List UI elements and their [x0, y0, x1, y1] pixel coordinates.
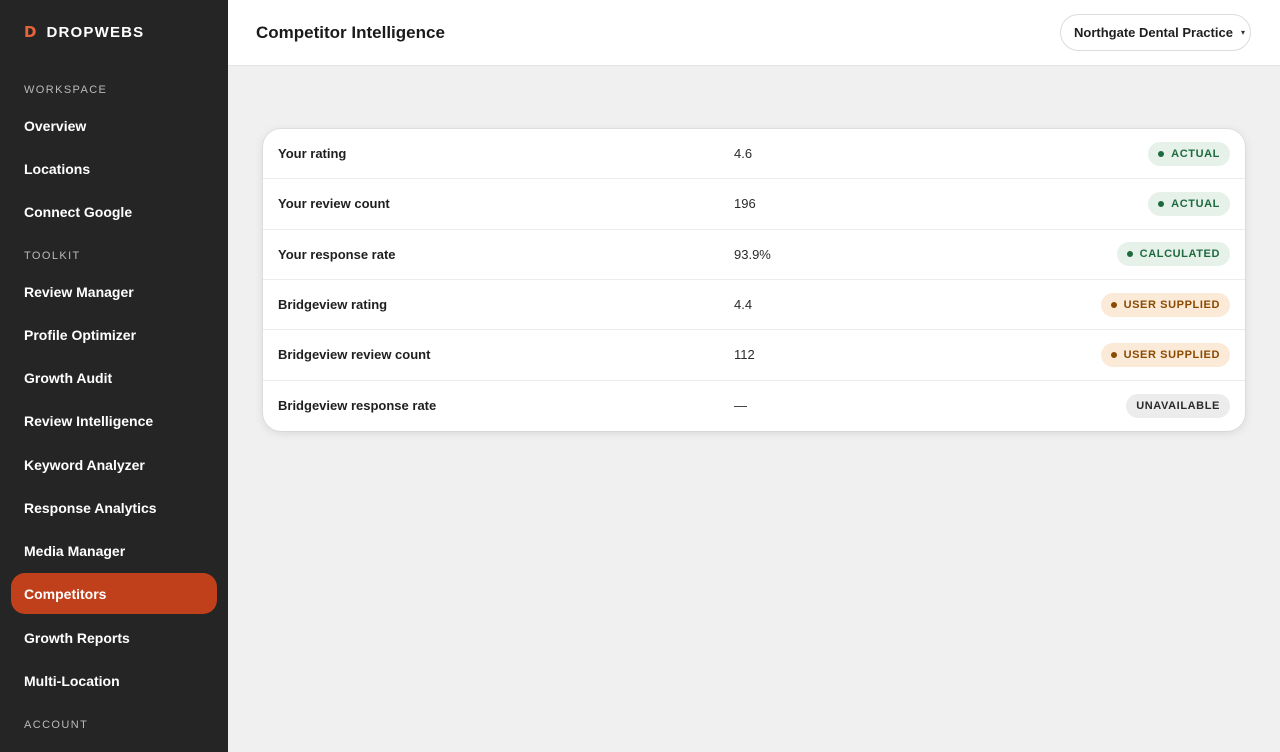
sidebar-item-locations[interactable]: Locations — [11, 148, 217, 189]
metric-label: Your review count — [278, 196, 390, 212]
page-title: Competitor Intelligence — [256, 23, 445, 42]
table-row: Your rating 4.6 ACTUAL — [263, 129, 1245, 180]
section-label-account: ACCOUNT — [24, 719, 89, 731]
brand-mark-icon: D — [24, 23, 37, 41]
sidebar-item-keyword-analyzer[interactable]: Keyword Analyzer — [11, 444, 217, 485]
status-badge-label: ACTUAL — [1171, 147, 1220, 160]
chevron-down-icon: ▾ — [1240, 28, 1245, 37]
metric-label: Bridgeview review count — [278, 347, 431, 363]
sidebar-item-overview[interactable]: Overview — [11, 105, 217, 146]
metric-value: — — [734, 398, 747, 414]
brand-logo[interactable]: D DROPWEBS — [24, 22, 144, 42]
metric-value: 112 — [734, 347, 755, 363]
status-dot-icon — [1126, 251, 1133, 258]
main-content: Competitor Intelligence Northgate Dental… — [228, 0, 1280, 752]
competitor-metrics-card: Your rating 4.6 ACTUAL Your review count… — [263, 129, 1245, 431]
table-row: Bridgeview review count 112 USER SUPPLIE… — [263, 330, 1245, 381]
status-badge: USER SUPPLIED — [1100, 292, 1230, 317]
metric-value: 4.4 — [734, 297, 753, 313]
metric-label: Bridgeview rating — [278, 297, 388, 313]
status-badge-label: CALCULATED — [1139, 248, 1220, 261]
table-row: Your response rate 93.9% CALCULATED — [263, 230, 1245, 280]
metric-value: 196 — [734, 196, 756, 212]
sidebar: D DROPWEBS WORKSPACE Overview Locations … — [0, 0, 228, 752]
status-dot-icon — [1158, 150, 1165, 157]
status-dot-icon — [1158, 200, 1165, 207]
sidebar-item-review-manager[interactable]: Review Manager — [11, 271, 217, 312]
location-select-value: Northgate Dental Practice — [1074, 25, 1233, 40]
sidebar-item-multi-location[interactable]: Multi-Location — [11, 660, 217, 701]
status-dot-icon — [1110, 301, 1117, 308]
status-badge-label: USER SUPPLIED — [1123, 298, 1220, 311]
status-badge-label: UNAVAILABLE — [1136, 399, 1220, 412]
brand-name: DROPWEBS — [46, 23, 145, 41]
sidebar-item-media-manager[interactable]: Media Manager — [11, 530, 217, 571]
sidebar-item-profile-optimizer[interactable]: Profile Optimizer — [11, 314, 217, 355]
status-badge-label: USER SUPPLIED — [1123, 348, 1220, 361]
sidebar-item-competitors[interactable]: Competitors — [11, 573, 217, 614]
status-badge-label: ACTUAL — [1171, 197, 1220, 210]
section-label-toolkit: TOOLKIT — [24, 250, 81, 262]
location-select[interactable]: Northgate Dental Practice ▾ — [1060, 14, 1251, 51]
sidebar-item-connect-google[interactable]: Connect Google — [11, 191, 217, 232]
table-row: Bridgeview rating 4.4 USER SUPPLIED — [263, 280, 1245, 331]
sidebar-item-review-intelligence[interactable]: Review Intelligence — [11, 400, 217, 441]
status-badge: CALCULATED — [1116, 242, 1230, 267]
status-badge: ACTUAL — [1148, 191, 1230, 216]
section-label-workspace: WORKSPACE — [24, 84, 108, 96]
metric-label: Your response rate — [278, 246, 396, 262]
status-badge: ACTUAL — [1148, 141, 1230, 166]
status-dot-icon — [1110, 351, 1117, 358]
sidebar-item-growth-audit[interactable]: Growth Audit — [11, 357, 217, 398]
sidebar-item-growth-reports[interactable]: Growth Reports — [11, 617, 217, 658]
status-badge: USER SUPPLIED — [1100, 342, 1230, 367]
status-badge: UNAVAILABLE — [1126, 393, 1230, 418]
metric-label: Your rating — [278, 146, 347, 162]
metric-label: Bridgeview response rate — [278, 398, 437, 414]
sidebar-item-response-analytics[interactable]: Response Analytics — [11, 487, 217, 528]
metric-value: 4.6 — [734, 146, 753, 162]
table-row: Bridgeview response rate — UNAVAILABLE — [263, 381, 1245, 431]
metric-value: 93.9% — [734, 246, 771, 262]
table-row: Your review count 196 ACTUAL — [263, 179, 1245, 230]
top-bar: Competitor Intelligence Northgate Dental… — [228, 0, 1280, 66]
